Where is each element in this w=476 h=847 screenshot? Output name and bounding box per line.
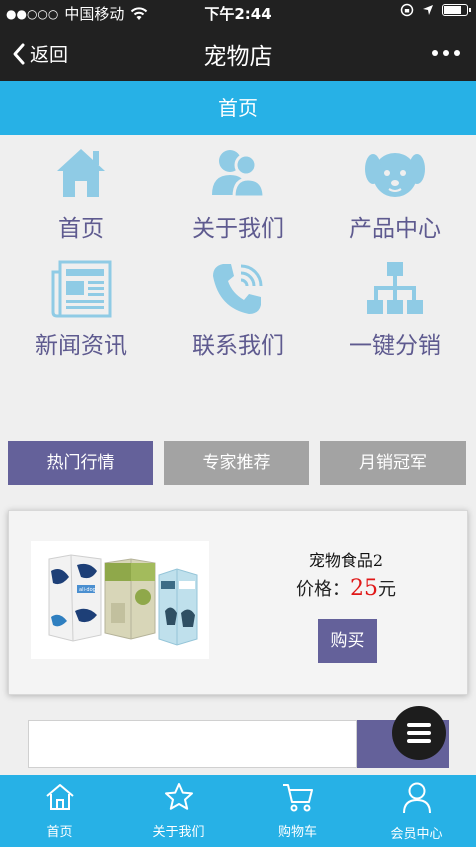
grid-item-news[interactable]: 新闻资讯 <box>2 260 160 360</box>
product-card[interactable]: ali·dog 宠物食品2 价格：25元 购买 <box>8 510 468 695</box>
phone-icon <box>213 264 263 314</box>
tab-hot[interactable]: 热门行情 <box>8 441 153 485</box>
menu-line-icon <box>407 723 431 727</box>
bottom-tab-bar: 首页 关于我们 购物车 会员中心 <box>0 775 476 847</box>
bottom-tab-label: 购物车 <box>277 825 317 840</box>
price-currency: 元 <box>378 579 396 600</box>
grid-item-label: 产品中心 <box>349 216 441 242</box>
nav-bar: 返回 宠物店 <box>0 24 476 81</box>
location-arrow-icon <box>423 5 433 15</box>
status-bar: ●●○○○ 中国移动 下午2:44 <box>0 0 476 24</box>
tab-expert[interactable]: 专家推荐 <box>164 441 309 485</box>
grid-item-label: 关于我们 <box>192 216 284 242</box>
search-input[interactable] <box>28 720 357 768</box>
page-title: 宠物店 <box>203 44 273 70</box>
dog-face-icon <box>365 153 425 197</box>
bottom-tab-label: 首页 <box>46 825 73 840</box>
grid-item-label: 新闻资讯 <box>35 333 127 359</box>
orientation-lock-icon <box>400 3 414 17</box>
user-outline-icon <box>402 782 431 814</box>
grid-item-contact[interactable]: 联系我们 <box>159 260 317 360</box>
section-header: 首页 <box>0 81 476 135</box>
more-dot-icon <box>443 50 449 56</box>
price-row: 价格：25元 <box>271 575 421 601</box>
grid-item-about[interactable]: 关于我们 <box>159 145 317 243</box>
bottom-tab-label: 会员中心 <box>390 827 443 842</box>
category-tabs: 热门行情 专家推荐 月销冠军 <box>0 441 476 485</box>
home-outline-icon <box>45 784 74 810</box>
cart-outline-icon <box>282 784 313 812</box>
pet-food-bags-image: ali·dog <box>48 554 198 646</box>
bottom-tab-home[interactable]: 首页 <box>0 775 119 847</box>
home-icon <box>57 149 105 197</box>
menu-line-icon <box>407 731 431 735</box>
grid-item-label: 联系我们 <box>192 333 284 359</box>
bottom-tab-label: 关于我们 <box>152 825 205 840</box>
newspaper-icon <box>51 260 112 318</box>
grid-item-label: 一键分销 <box>349 333 441 359</box>
nav-grid: 首页 关于我们 产品中心 新闻资讯 联系我们 一键分销 <box>0 135 476 375</box>
product-image[interactable]: ali·dog <box>31 541 209 659</box>
buy-button[interactable]: 购买 <box>318 619 377 663</box>
price-value: 25 <box>350 576 378 601</box>
grid-item-home[interactable]: 首页 <box>2 145 160 243</box>
people-icon <box>212 150 266 199</box>
status-right <box>400 3 471 17</box>
product-name: 宠物食品2 <box>308 551 384 570</box>
grid-item-products[interactable]: 产品中心 <box>316 145 474 243</box>
price-label: 价格： <box>296 579 350 600</box>
tab-monthly-best[interactable]: 月销冠军 <box>320 441 466 485</box>
bottom-tab-member[interactable]: 会员中心 <box>357 775 476 847</box>
floating-menu-button[interactable] <box>392 706 446 760</box>
bottom-tab-about[interactable]: 关于我们 <box>119 775 238 847</box>
star-outline-icon <box>164 783 193 810</box>
battery-icon <box>442 4 471 16</box>
more-dot-icon <box>432 50 438 56</box>
grid-item-distribution[interactable]: 一键分销 <box>316 260 474 360</box>
menu-line-icon <box>407 739 431 743</box>
svg-text:ali·dog: ali·dog <box>79 587 96 593</box>
more-button[interactable] <box>432 50 460 56</box>
bottom-tab-cart[interactable]: 购物车 <box>238 775 357 847</box>
grid-item-label: 首页 <box>58 216 104 242</box>
more-dot-icon <box>454 50 460 56</box>
hierarchy-icon <box>367 262 423 314</box>
